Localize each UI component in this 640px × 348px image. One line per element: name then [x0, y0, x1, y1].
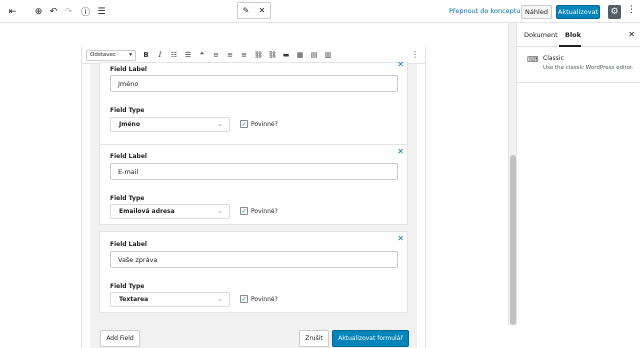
field-label-input[interactable]: E-mail	[110, 163, 398, 180]
align-center-icon[interactable]: ≡	[226, 51, 234, 59]
checkmark-icon[interactable]: ✓	[240, 207, 248, 215]
required-checkbox[interactable]: ✓ Povinné?	[240, 120, 278, 128]
block-more-icon[interactable]: ⋮	[411, 50, 419, 59]
field-label-title: Field Label	[110, 241, 147, 248]
settings-sidebar: Dokument Blok ✕ ⌨ Classic Use the classi…	[516, 23, 640, 325]
checkmark-icon[interactable]: ✓	[240, 295, 248, 303]
required-checkbox[interactable]: ✓ Povinné?	[240, 295, 278, 303]
align-right-icon[interactable]: ≡	[240, 51, 248, 59]
field-type-value: Emailová adresa	[119, 208, 175, 215]
format-select[interactable]: Odstavec ▾	[86, 49, 136, 61]
align-left-icon[interactable]: ≡	[212, 51, 220, 59]
unlink-icon[interactable]: ⛓	[268, 51, 277, 59]
field-label-input[interactable]: Jméno	[110, 75, 398, 92]
field-type-value: Jméno	[119, 121, 140, 128]
cancel-button[interactable]: Zrušit	[299, 330, 329, 347]
block-title: Classic	[543, 55, 564, 62]
update-form-button[interactable]: Aktualizovat formulář	[332, 330, 409, 347]
close-icon[interactable]: ✕	[259, 6, 266, 15]
sidebar-tabs: Dokument Blok ✕	[517, 23, 640, 47]
tab-block[interactable]: Blok	[565, 31, 581, 39]
classic-block-icon: ⌨	[527, 55, 539, 64]
redo-icon[interactable]: ↷	[62, 5, 75, 18]
preview-button[interactable]: Náhled	[521, 5, 552, 19]
italic-icon[interactable]: I	[156, 51, 164, 59]
settings-gear-icon[interactable]: ⚙	[608, 5, 621, 19]
field-card: ✕ Field Label Jméno Field Type Jméno ⌄ ✓…	[99, 60, 408, 148]
more-menu-icon[interactable]: ⋮	[627, 5, 636, 15]
bullet-list-icon[interactable]: ☷	[170, 51, 178, 59]
field-card: ✕ Field Label Vaše zpráva Field Type Tex…	[99, 231, 408, 313]
field-type-value: Textarea	[119, 296, 149, 303]
field-type-select[interactable]: Emailová adresa ⌄	[110, 204, 230, 219]
field-label-title: Field Label	[110, 66, 147, 73]
field-type-select[interactable]: Jméno ⌄	[110, 117, 230, 132]
format-select-value: Odstavec	[90, 52, 116, 58]
edit-pencil-icon[interactable]: ✎	[243, 6, 250, 15]
info-icon[interactable]: ⓘ	[79, 5, 92, 18]
read-more-icon[interactable]: ▬	[282, 51, 290, 59]
required-checkbox[interactable]: ✓ Povinné?	[240, 207, 278, 215]
editor-canvas: Odstavec ▾ B I ☷ ☰ ❝ ≡ ≡ ≡ ⛓ ⛓ ▬ ▦ ▤ ▥ ⋮…	[0, 23, 508, 348]
bold-icon[interactable]: B	[142, 51, 150, 59]
quote-icon[interactable]: ❝	[198, 51, 206, 59]
remove-field-icon[interactable]: ✕	[397, 147, 404, 156]
field-label-input[interactable]: Vaše zpráva	[110, 251, 398, 268]
toolbar-toggle-icon[interactable]: ▦	[296, 51, 304, 59]
switch-to-draft-link[interactable]: Přepnout do konceptu	[449, 7, 520, 15]
field-type-title: Field Type	[110, 195, 145, 202]
chevron-down-icon: ⌄	[217, 120, 223, 128]
block-card: ⌨ Classic Use the classic WordPress edit…	[517, 47, 640, 83]
remove-field-icon[interactable]: ✕	[397, 60, 404, 69]
checkmark-icon[interactable]: ✓	[240, 120, 248, 128]
editor-scrollbar[interactable]	[508, 23, 516, 325]
table-icon[interactable]: ▥	[324, 51, 332, 59]
chevron-down-icon: ⌄	[217, 295, 223, 303]
required-label: Povinné?	[251, 207, 278, 215]
field-type-select[interactable]: Textarea ⌄	[110, 292, 230, 307]
field-label-title: Field Label	[110, 153, 147, 160]
close-sidebar-icon[interactable]: ✕	[628, 30, 635, 39]
block-mode-tools: ✎ ✕	[237, 2, 271, 19]
field-type-title: Field Type	[110, 283, 145, 290]
outline-icon[interactable]: ☰	[95, 5, 108, 18]
update-button[interactable]: Aktualizovat	[556, 5, 600, 19]
back-to-dashboard-icon[interactable]: ⇤	[6, 5, 19, 18]
top-toolbar: ⇤ ⊕ ↶ ↷ ⓘ ☰ ✎ ✕ Přepnout do konceptu Náh…	[0, 0, 640, 23]
field-card: ✕ Field Label E-mail Field Type Emailová…	[99, 144, 408, 225]
chevron-down-icon: ▾	[129, 52, 132, 58]
required-label: Povinné?	[251, 120, 278, 128]
numbered-list-icon[interactable]: ☰	[184, 51, 192, 59]
required-label: Povinné?	[251, 295, 278, 303]
add-field-button[interactable]: Add Field	[100, 330, 140, 347]
tab-document[interactable]: Dokument	[524, 31, 558, 39]
undo-icon[interactable]: ↶	[47, 5, 60, 18]
block-description: Use the classic WordPress editor.	[543, 65, 634, 71]
form-icon[interactable]: ▤	[310, 51, 318, 59]
link-icon[interactable]: ⛓	[254, 51, 263, 59]
classic-block[interactable]: Odstavec ▾ B I ☷ ☰ ❝ ≡ ≡ ≡ ⛓ ⛓ ▬ ▦ ▤ ▥ ⋮…	[81, 47, 426, 348]
remove-field-icon[interactable]: ✕	[397, 234, 404, 243]
add-block-icon[interactable]: ⊕	[32, 5, 45, 18]
chevron-down-icon: ⌄	[217, 207, 223, 215]
field-type-title: Field Type	[110, 107, 145, 114]
